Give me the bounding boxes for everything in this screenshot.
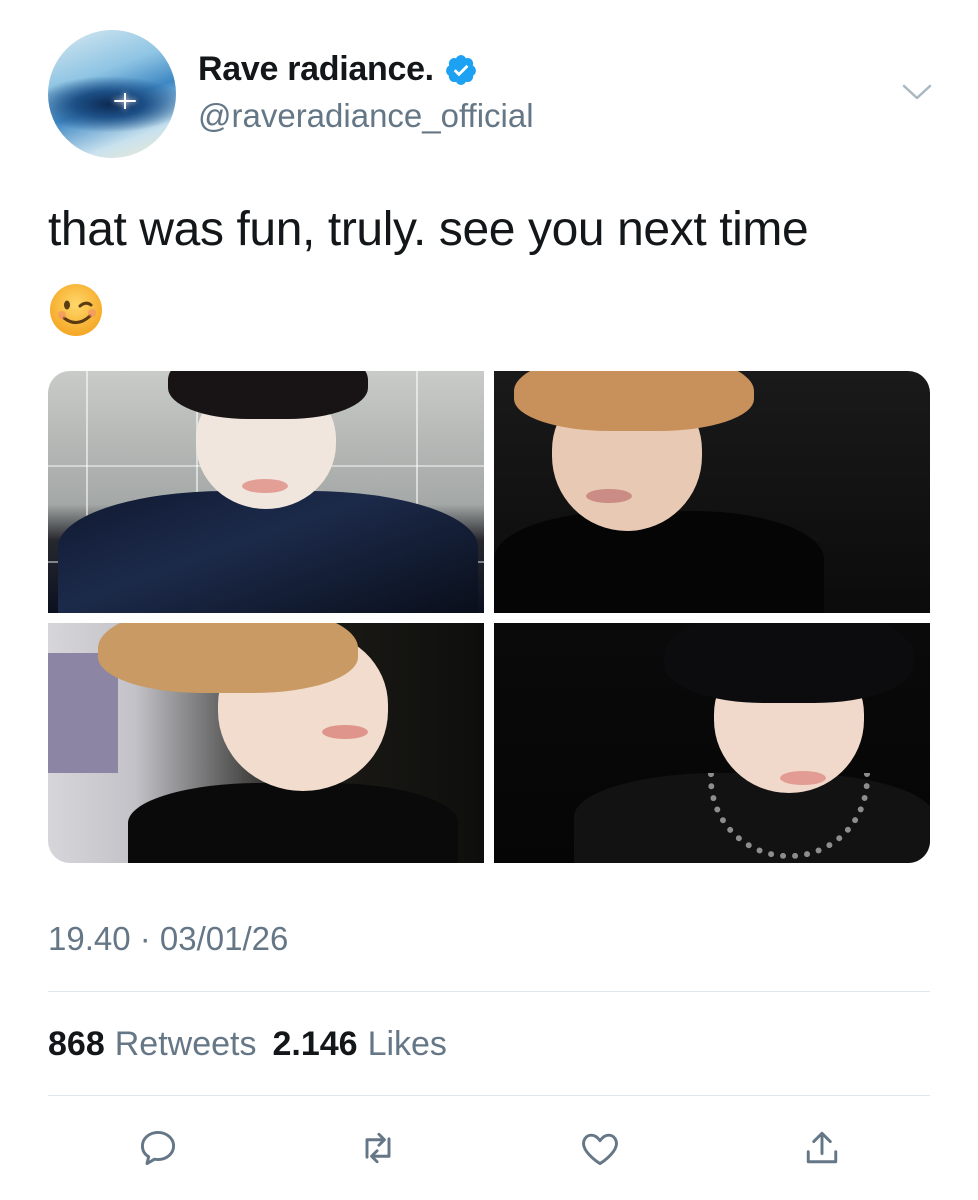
photo-1-jacket	[58, 491, 478, 613]
share-icon	[806, 1131, 838, 1164]
photo-3-hair	[98, 623, 358, 693]
photo-1-hair	[168, 371, 368, 419]
retweets-label[interactable]: Retweets	[115, 1025, 257, 1064]
retweets-count[interactable]: 868	[48, 1025, 105, 1064]
photo-1[interactable]	[48, 371, 484, 613]
profile-avatar[interactable]	[48, 30, 176, 158]
divider	[48, 1095, 930, 1096]
photo-4-hair	[664, 623, 914, 703]
likes-count[interactable]: 2.146	[272, 1025, 357, 1064]
photo-4[interactable]	[494, 623, 930, 863]
photo-2-lips	[586, 489, 632, 503]
likes-label[interactable]: Likes	[368, 1025, 447, 1064]
like-button[interactable]	[576, 1124, 624, 1172]
verified-badge-icon	[445, 54, 476, 85]
heart-icon	[582, 1133, 618, 1166]
avatar-sparkle-vertical	[124, 93, 126, 109]
share-button[interactable]	[798, 1124, 846, 1172]
photo-2-hair	[514, 371, 754, 431]
winking-face-emoji-icon	[50, 284, 102, 336]
author-handle[interactable]: @raveradiance_official	[198, 97, 534, 135]
photo-2-shirt	[494, 511, 824, 613]
divider	[48, 991, 930, 992]
photo-1-lips	[242, 479, 288, 493]
author-display-name[interactable]: Rave radiance.	[198, 50, 434, 89]
photo-2[interactable]	[494, 371, 930, 613]
photo-3-shirt	[128, 783, 458, 863]
tweet-text: that was fun, truly. see you next time	[48, 203, 809, 256]
retweet-button[interactable]	[354, 1124, 402, 1172]
reply-button[interactable]	[134, 1124, 182, 1172]
photo-4-lips	[780, 771, 826, 785]
media-grid[interactable]	[48, 371, 930, 863]
photo-3[interactable]	[48, 623, 484, 863]
chevron-down-icon[interactable]	[900, 80, 934, 104]
tweet-stats: 868 Retweets 2.146 Likes	[48, 1025, 463, 1064]
retweet-icon	[365, 1132, 391, 1164]
reply-icon	[140, 1130, 176, 1166]
photo-3-lips	[322, 725, 368, 739]
author-name-row[interactable]: Rave radiance.	[198, 50, 478, 89]
tweet-timestamp[interactable]: 19.40 · 03/01/26	[48, 920, 288, 958]
